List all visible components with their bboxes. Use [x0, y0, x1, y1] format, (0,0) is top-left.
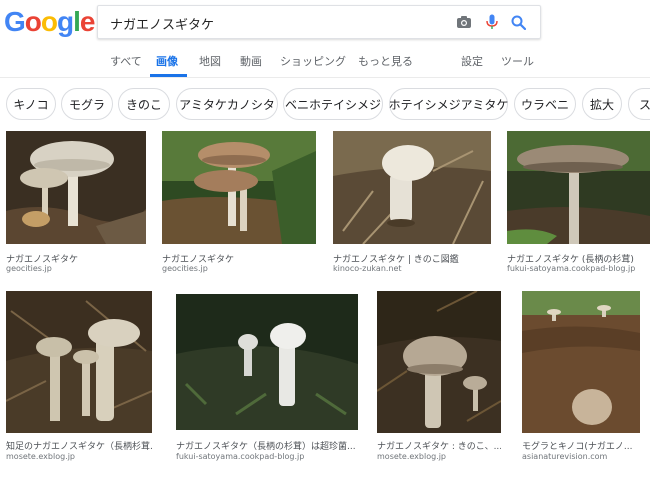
related-search-chips: キノコ モグラ きのこ アミタケカノシタ ベニホテイシメジ ホテイシメジアミタケ… — [0, 88, 650, 124]
tab-all[interactable]: すべて — [110, 53, 142, 69]
result-source-4[interactable]: fukui-satoyama.cookpad-blog.jp — [507, 264, 650, 273]
tab-maps[interactable]: 地図 — [199, 53, 221, 69]
result-image-1[interactable] — [6, 131, 146, 244]
chip-kinoko[interactable]: キノコ — [6, 88, 56, 120]
result-caption-7[interactable]: ナガエノスギタケ : きのこ、... — [377, 439, 501, 452]
logo-letter: g — [57, 6, 74, 37]
result-image-5[interactable] — [6, 291, 152, 433]
result-image-4[interactable] — [507, 131, 650, 244]
result-caption-5[interactable]: 知足のナガエノスギタケ（長柄杉茸... — [6, 439, 152, 452]
search-icon[interactable] — [508, 12, 528, 32]
result-image-6[interactable] — [176, 294, 358, 430]
logo-letter: e — [79, 6, 96, 37]
result-source-5[interactable]: mosete.exblog.jp — [6, 452, 152, 461]
result-source-8[interactable]: asianaturevision.com — [522, 452, 640, 461]
result-image-3[interactable] — [333, 131, 491, 244]
search-box[interactable]: ナガエノスギタケ — [97, 5, 541, 39]
result-source-3[interactable]: kinoco-zukan.net — [333, 264, 491, 273]
chip-hoteishimeji-amitake[interactable]: ホテイシメジアミタケ — [389, 88, 508, 120]
tab-settings[interactable]: 設定 — [461, 53, 483, 69]
result-source-7[interactable]: mosete.exblog.jp — [377, 452, 501, 461]
tab-more[interactable]: もっと見る — [358, 53, 413, 69]
result-source-6[interactable]: fukui-satoyama.cookpad-blog.jp — [176, 452, 358, 461]
google-logo[interactable]: Google — [4, 6, 96, 38]
logo-letter: o — [40, 6, 58, 37]
tab-images[interactable]: 画像 — [156, 53, 178, 69]
chip-urabeni[interactable]: ウラベニ — [514, 88, 576, 120]
tab-videos[interactable]: 動画 — [240, 53, 262, 69]
chip-benihoteishimeji[interactable]: ベニホテイシメジ — [283, 88, 383, 120]
tab-shopping[interactable]: ショッピング — [280, 53, 346, 69]
chip-more[interactable]: ス — [628, 88, 650, 120]
active-tab-indicator — [150, 74, 187, 77]
result-image-7[interactable] — [377, 291, 501, 433]
chip-mogura[interactable]: モグラ — [61, 88, 113, 120]
logo-letter: G — [4, 6, 26, 37]
camera-icon[interactable] — [454, 12, 474, 32]
result-source-1[interactable]: geocities.jp — [6, 264, 146, 273]
search-input[interactable]: ナガエノスギタケ — [110, 14, 214, 33]
search-tabs: すべて 画像 地図 動画 ショッピング もっと見る 設定 ツール — [0, 48, 650, 76]
result-caption-6[interactable]: ナガエノスギタケ（長柄の杉茸）は超珍菌... — [176, 439, 358, 452]
chip-kakudai[interactable]: 拡大 — [582, 88, 622, 120]
result-caption-8[interactable]: モグラとキノコ(ナガエノ... — [522, 439, 640, 452]
result-image-2[interactable] — [162, 131, 316, 244]
logo-letter: l — [73, 6, 81, 37]
chip-amitake-kanoshita[interactable]: アミタケカノシタ — [176, 88, 278, 120]
microphone-icon[interactable] — [482, 12, 502, 32]
chip-kinoko-hiragana[interactable]: きのこ — [118, 88, 170, 120]
logo-letter: o — [24, 6, 42, 37]
header: Google ナガエノスギタケ すべて 画像 地図 動画 ショッピング もっと見… — [0, 0, 650, 78]
result-source-2[interactable]: geocities.jp — [162, 264, 316, 273]
result-image-8[interactable] — [522, 291, 640, 433]
tab-tools[interactable]: ツール — [501, 53, 534, 69]
